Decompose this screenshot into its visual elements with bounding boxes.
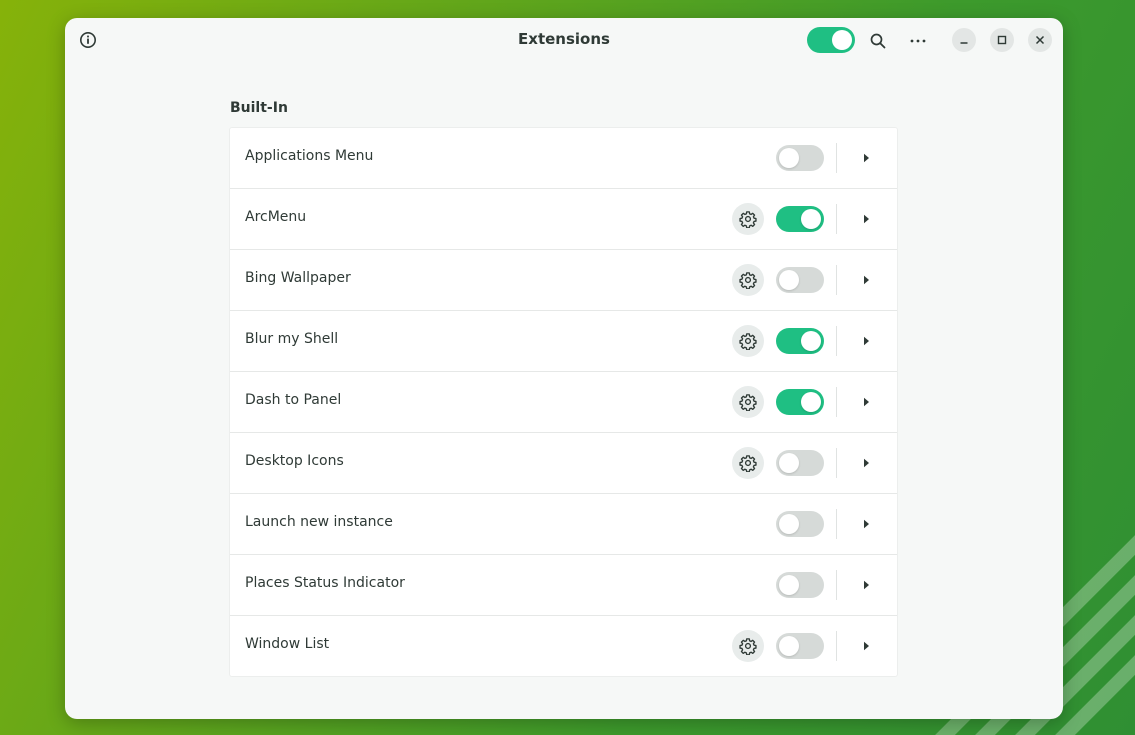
extension-name: Launch new instance xyxy=(245,514,393,530)
extension-name: ArcMenu xyxy=(245,209,307,225)
extension-toggle[interactable] xyxy=(776,511,824,537)
maximize-icon xyxy=(997,35,1007,45)
extensions-master-toggle[interactable] xyxy=(807,27,855,53)
chevron-right-icon xyxy=(864,641,869,651)
extension-row-arcmenu: ArcMenu xyxy=(230,189,897,250)
chevron-right-icon xyxy=(864,458,869,468)
toggle-knob xyxy=(779,270,799,290)
extension-name: Applications Menu xyxy=(245,148,374,164)
extension-name: Dash to Panel xyxy=(245,392,342,408)
extension-details-button[interactable] xyxy=(858,333,874,349)
extension-settings-button[interactable] xyxy=(732,447,764,479)
section-title: Built-In xyxy=(230,100,288,116)
extension-details-button[interactable] xyxy=(858,455,874,471)
extension-row-blur-my-shell: Blur my Shell xyxy=(230,311,897,372)
extension-row-window-list: Window List xyxy=(230,616,897,676)
extension-settings-button[interactable] xyxy=(732,203,764,235)
row-separator xyxy=(836,448,837,478)
extension-toggle[interactable] xyxy=(776,633,824,659)
extensions-window: Extensions Built-In Applications Menu Ar… xyxy=(65,18,1063,719)
extension-settings-button[interactable] xyxy=(732,386,764,418)
main-menu-button[interactable] xyxy=(906,30,930,52)
extension-details-button[interactable] xyxy=(858,638,874,654)
extension-row-places-status-indicator: Places Status Indicator xyxy=(230,555,897,616)
toggle-knob xyxy=(779,148,799,168)
maximize-button[interactable] xyxy=(990,28,1014,52)
close-icon xyxy=(1035,35,1045,45)
toggle-knob xyxy=(779,453,799,473)
extension-row-bing-wallpaper: Bing Wallpaper xyxy=(230,250,897,311)
gear-icon xyxy=(739,272,757,289)
search-button[interactable] xyxy=(867,30,889,52)
extension-row-launch-new-instance: Launch new instance xyxy=(230,494,897,555)
extension-toggle[interactable] xyxy=(776,389,824,415)
extension-details-button[interactable] xyxy=(858,150,874,166)
extensions-list: Applications Menu ArcMenu Bing Wallpaper Bl… xyxy=(230,128,897,676)
extension-details-button[interactable] xyxy=(858,272,874,288)
extension-name: Window List xyxy=(245,636,330,652)
row-separator xyxy=(836,570,837,600)
gear-icon xyxy=(739,211,757,228)
extension-row-dash-to-panel: Dash to Panel xyxy=(230,372,897,433)
extension-settings-button[interactable] xyxy=(732,264,764,296)
header-bar: Extensions xyxy=(65,18,1063,62)
toggle-knob xyxy=(832,30,852,50)
extension-toggle[interactable] xyxy=(776,206,824,232)
toggle-knob xyxy=(801,331,821,351)
toggle-knob xyxy=(779,575,799,595)
gear-icon xyxy=(739,638,757,655)
extension-name: Bing Wallpaper xyxy=(245,270,351,286)
gear-icon xyxy=(739,333,757,350)
extension-toggle[interactable] xyxy=(776,450,824,476)
extension-details-button[interactable] xyxy=(858,516,874,532)
extension-details-button[interactable] xyxy=(858,577,874,593)
extension-toggle[interactable] xyxy=(776,328,824,354)
row-separator xyxy=(836,387,837,417)
chevron-right-icon xyxy=(864,214,869,224)
toggle-knob xyxy=(801,209,821,229)
extension-toggle[interactable] xyxy=(776,267,824,293)
extension-settings-button[interactable] xyxy=(732,325,764,357)
extensions-content: Built-In Applications Menu ArcMenu Bing Wa… xyxy=(230,98,897,676)
chevron-right-icon xyxy=(864,275,869,285)
extension-toggle[interactable] xyxy=(776,145,824,171)
chevron-right-icon xyxy=(864,153,869,163)
chevron-right-icon xyxy=(864,397,869,407)
extension-details-button[interactable] xyxy=(858,394,874,410)
gear-icon xyxy=(739,394,757,411)
row-separator xyxy=(836,265,837,295)
extension-row-desktop-icons: Desktop Icons xyxy=(230,433,897,494)
row-separator xyxy=(836,509,837,539)
chevron-right-icon xyxy=(864,336,869,346)
row-separator xyxy=(836,326,837,356)
minimize-button[interactable] xyxy=(952,28,976,52)
row-separator xyxy=(836,631,837,661)
minimize-icon xyxy=(960,42,968,44)
extension-name: Places Status Indicator xyxy=(245,575,405,591)
gear-icon xyxy=(739,455,757,472)
extension-name: Desktop Icons xyxy=(245,453,344,469)
row-separator xyxy=(836,143,837,173)
search-icon xyxy=(870,33,886,49)
extension-row-applications-menu: Applications Menu xyxy=(230,128,897,189)
chevron-right-icon xyxy=(864,519,869,529)
extension-details-button[interactable] xyxy=(858,211,874,227)
more-horizontal-icon xyxy=(910,39,926,43)
extension-settings-button[interactable] xyxy=(732,630,764,662)
extension-toggle[interactable] xyxy=(776,572,824,598)
toggle-knob xyxy=(801,392,821,412)
close-button[interactable] xyxy=(1028,28,1052,52)
row-separator xyxy=(836,204,837,234)
extension-name: Blur my Shell xyxy=(245,331,339,347)
chevron-right-icon xyxy=(864,580,869,590)
toggle-knob xyxy=(779,514,799,534)
toggle-knob xyxy=(779,636,799,656)
